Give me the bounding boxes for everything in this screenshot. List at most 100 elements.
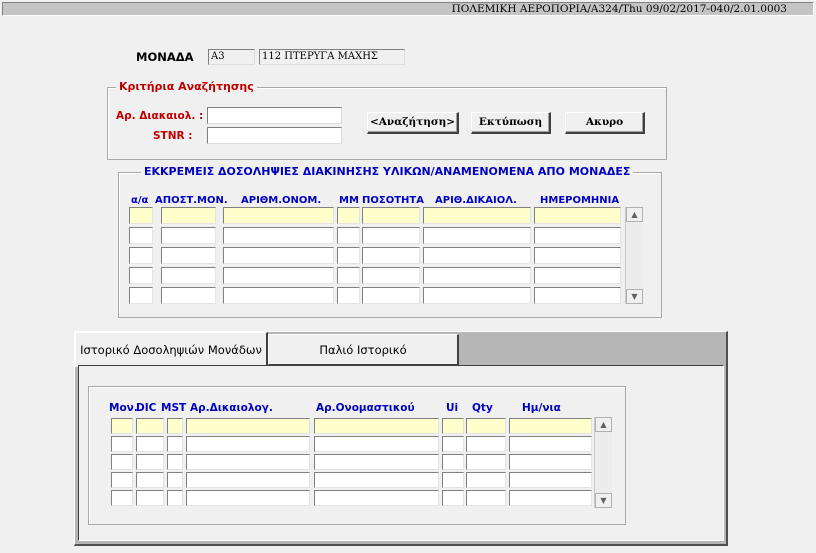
grid-cell[interactable] <box>423 227 531 244</box>
search-criteria-title: Κριτήρια Αναζήτησης <box>116 80 257 93</box>
grid-cell[interactable] <box>161 207 216 224</box>
grid-cell[interactable] <box>442 472 464 488</box>
grid-cell[interactable] <box>186 454 310 470</box>
grid-cell[interactable] <box>314 490 439 506</box>
grid-cell[interactable] <box>466 472 506 488</box>
grid-cell[interactable] <box>423 267 531 284</box>
grid-cell[interactable] <box>223 267 334 284</box>
grid-cell[interactable] <box>111 454 133 470</box>
grid-cell[interactable] <box>161 227 216 244</box>
grid-cell[interactable] <box>423 207 531 224</box>
col-header-date: ΗΜΕΡΟΜΗΝΙΑ <box>540 195 620 206</box>
grid-cell[interactable] <box>129 227 153 244</box>
grid-cell[interactable] <box>442 454 464 470</box>
grid-cell[interactable] <box>337 267 360 284</box>
grid-cell[interactable] <box>186 472 310 488</box>
grid-cell[interactable] <box>466 490 506 506</box>
status-bar-text: ΠΟΛΕΜΙΚΗ ΑΕΡΟΠΟΡΙΑ/A324/Thu 09/02/2017-0… <box>451 3 787 15</box>
col-header-dic: DIC <box>136 402 157 414</box>
grid-cell[interactable] <box>161 267 216 284</box>
grid-cell[interactable] <box>136 436 164 452</box>
grid-cell[interactable] <box>314 472 439 488</box>
grid-cell[interactable] <box>509 436 592 452</box>
grid-cell[interactable] <box>423 287 531 304</box>
grid-cell[interactable] <box>186 436 310 452</box>
grid-cell[interactable] <box>509 454 592 470</box>
col-header-nominal-number: Αρ.Ονομαστικού <box>316 402 415 414</box>
col-header-qty: Qty <box>472 402 493 414</box>
grid-cell[interactable] <box>466 454 506 470</box>
grid-cell[interactable] <box>129 247 153 264</box>
grid-cell[interactable] <box>534 247 621 264</box>
grid-cell[interactable] <box>111 472 133 488</box>
grid-cell[interactable] <box>442 490 464 506</box>
grid-cell[interactable] <box>314 454 439 470</box>
grid-cell[interactable] <box>223 207 334 224</box>
scroll-down-icon[interactable]: ▼ <box>595 493 612 508</box>
grid-cell[interactable] <box>362 207 420 224</box>
print-button[interactable]: Εκτύπωση <box>471 112 551 134</box>
grid-cell[interactable] <box>136 418 164 434</box>
grid-cell[interactable] <box>167 490 183 506</box>
grid-cell[interactable] <box>509 490 592 506</box>
grid-cell[interactable] <box>423 247 531 264</box>
status-bar: ΠΟΛΕΜΙΚΗ ΑΕΡΟΠΟΡΙΑ/A324/Thu 09/02/2017-0… <box>2 2 814 16</box>
col-header-item-number: ΑΡΙΘΜ.ΟΝΟΜ. <box>241 195 322 206</box>
grid-cell[interactable] <box>466 418 506 434</box>
col-header-unit: Μον. <box>109 402 138 414</box>
grid-cell[interactable] <box>161 287 216 304</box>
grid-cell[interactable] <box>534 267 621 284</box>
grid-cell[interactable] <box>111 490 133 506</box>
grid-cell[interactable] <box>111 436 133 452</box>
grid-cell[interactable] <box>111 418 133 434</box>
tab-unit-transactions-history[interactable]: Ιστορικό Δοσοληψιών Μονάδων <box>75 332 268 367</box>
grid-cell[interactable] <box>337 247 360 264</box>
cancel-button[interactable]: Ακυρο <box>565 112 645 134</box>
grid-cell[interactable] <box>136 490 164 506</box>
stnr-input[interactable] <box>207 127 342 144</box>
grid-cell[interactable] <box>167 472 183 488</box>
grid-cell[interactable] <box>136 454 164 470</box>
justification-label: Αρ. Διακαιολ. : <box>116 110 204 122</box>
grid-cell[interactable] <box>167 454 183 470</box>
grid-cell[interactable] <box>186 418 310 434</box>
grid-cell[interactable] <box>223 247 334 264</box>
grid-cell[interactable] <box>161 247 216 264</box>
tab-old-history[interactable]: Παλιό Ιστορικό <box>268 334 459 365</box>
grid-cell[interactable] <box>167 418 183 434</box>
grid-cell[interactable] <box>186 490 310 506</box>
grid-cell[interactable] <box>534 227 621 244</box>
grid-cell[interactable] <box>362 247 420 264</box>
grid-cell[interactable] <box>167 436 183 452</box>
scroll-down-icon[interactable]: ▼ <box>626 289 643 304</box>
grid-cell[interactable] <box>442 436 464 452</box>
grid-cell[interactable] <box>129 267 153 284</box>
grid-cell[interactable] <box>466 436 506 452</box>
col-header-mst: MST <box>161 402 187 414</box>
grid-cell[interactable] <box>314 418 439 434</box>
grid-cell[interactable] <box>337 207 360 224</box>
grid-cell[interactable] <box>314 436 439 452</box>
grid-cell[interactable] <box>223 227 334 244</box>
search-button[interactable]: <Αναζήτηση> <box>367 112 459 134</box>
grid-cell[interactable] <box>362 267 420 284</box>
grid-cell[interactable] <box>129 207 153 224</box>
grid-cell[interactable] <box>534 287 621 304</box>
grid-cell[interactable] <box>337 227 360 244</box>
grid-cell[interactable] <box>136 472 164 488</box>
grid-cell[interactable] <box>223 287 334 304</box>
scroll-up-icon[interactable]: ▲ <box>595 417 612 432</box>
grid-cell[interactable] <box>509 418 592 434</box>
grid-cell[interactable] <box>442 418 464 434</box>
history-scrollbar[interactable]: ▲ ▼ <box>594 417 612 508</box>
grid-cell[interactable] <box>509 472 592 488</box>
scroll-up-icon[interactable]: ▲ <box>626 207 643 222</box>
pending-scrollbar[interactable]: ▲ ▼ <box>625 207 643 304</box>
unit-name-field: 112 ΠΤΕΡΥΓΑ ΜΑΧΗΣ <box>259 49 405 65</box>
grid-cell[interactable] <box>362 287 420 304</box>
grid-cell[interactable] <box>362 227 420 244</box>
grid-cell[interactable] <box>337 287 360 304</box>
grid-cell[interactable] <box>129 287 153 304</box>
justification-input[interactable] <box>207 107 342 124</box>
grid-cell[interactable] <box>534 207 621 224</box>
